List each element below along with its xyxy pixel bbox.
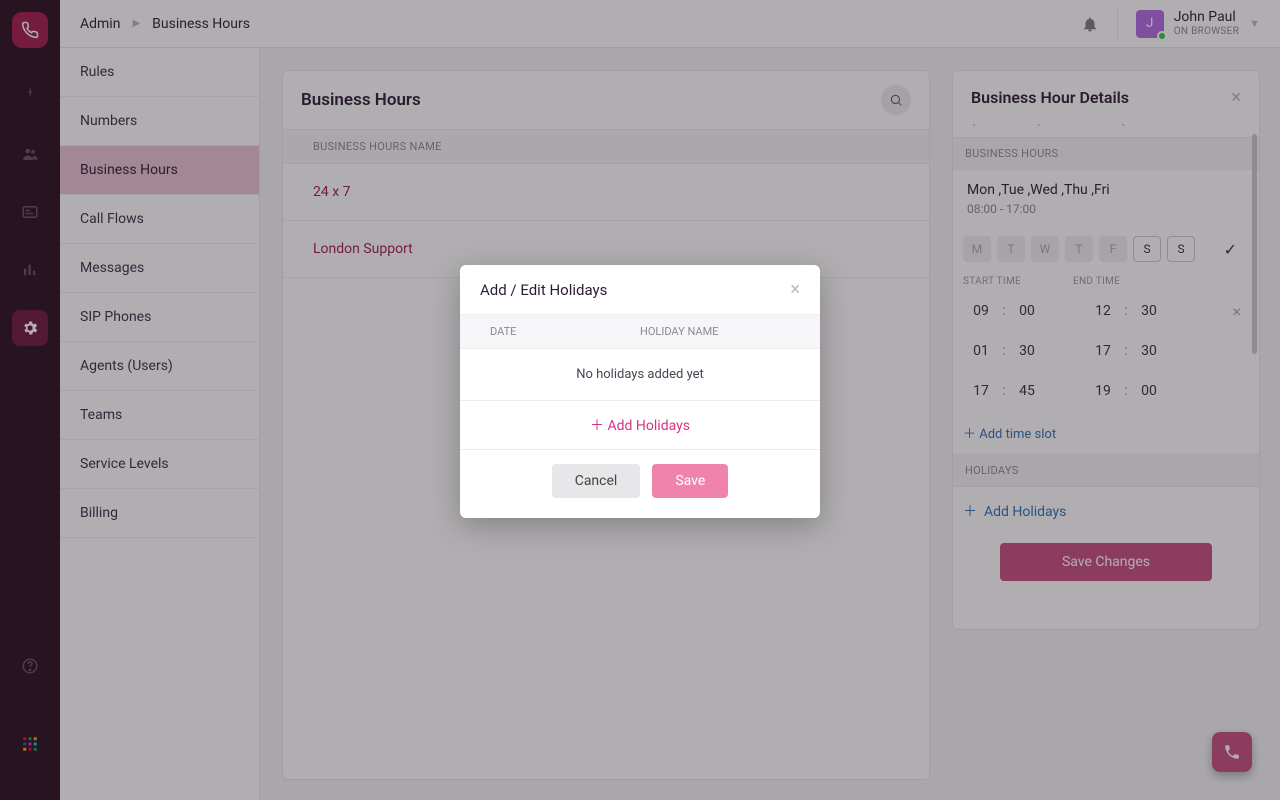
- col-holiday-name: HOLIDAY NAME: [640, 325, 718, 338]
- modal-close-icon[interactable]: ×: [790, 279, 800, 300]
- holidays-modal: Add / Edit Holidays × DATE HOLIDAY NAME …: [460, 265, 820, 518]
- col-date: DATE: [490, 325, 640, 338]
- add-holidays-text: Add Holidays: [608, 418, 690, 434]
- modal-overlay[interactable]: Add / Edit Holidays × DATE HOLIDAY NAME …: [0, 0, 1280, 800]
- empty-state: No holidays added yet: [460, 349, 820, 401]
- save-button[interactable]: Save: [652, 464, 728, 498]
- modal-title: Add / Edit Holidays: [480, 281, 607, 299]
- cancel-button[interactable]: Cancel: [552, 464, 641, 498]
- add-holidays-action[interactable]: ＋ Add Holidays: [460, 401, 820, 450]
